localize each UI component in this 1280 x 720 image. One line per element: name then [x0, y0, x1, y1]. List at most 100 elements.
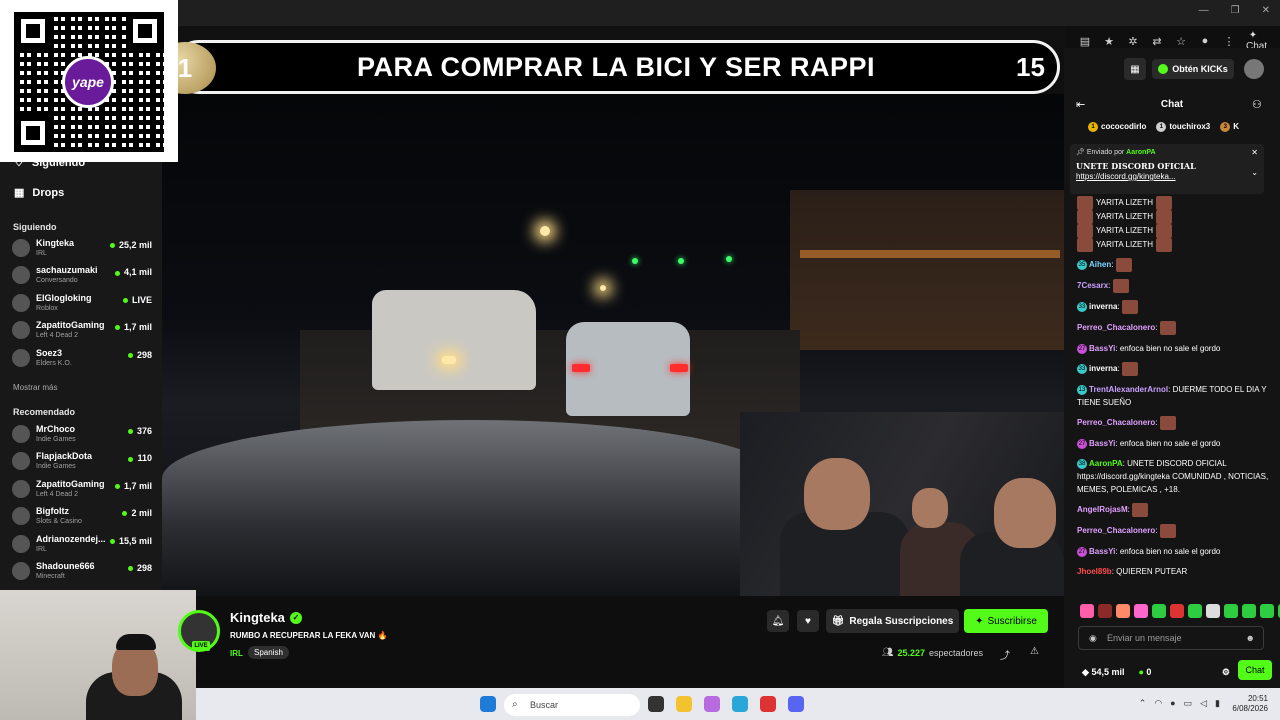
maximize-icon[interactable]: ❐ — [1231, 5, 1240, 16]
emoji-icon[interactable]: ☻ — [1246, 627, 1255, 649]
emote-shortcut[interactable] — [1224, 604, 1238, 618]
follow-heart-button[interactable]: ♥ — [797, 610, 819, 632]
battery-icon[interactable]: ▮ — [1215, 698, 1220, 709]
user-avatar[interactable] — [1244, 59, 1264, 79]
file-explorer-icon[interactable] — [676, 696, 692, 712]
edge-icon[interactable] — [732, 696, 748, 712]
chat-username[interactable]: Perreo_Chacalonero — [1077, 418, 1155, 427]
mic-icon[interactable]: ● — [1170, 698, 1175, 709]
settings-gear-icon[interactable]: ⚙ — [1222, 667, 1230, 678]
minimize-icon[interactable]: — — [1199, 5, 1209, 16]
streamer-name[interactable]: Kingteka — [230, 610, 285, 625]
subscribe-button[interactable]: ✦ Suscribirse — [964, 609, 1048, 633]
sidebar-channel-item[interactable]: Adrianozendej... IRL 15,5 mil — [12, 532, 154, 556]
chat-username[interactable]: BassYi — [1089, 547, 1115, 556]
emote-shortcut[interactable] — [1116, 604, 1130, 618]
taskbar-search[interactable]: ⌕ Buscar — [504, 694, 640, 716]
chat-username[interactable]: AaronPA — [1089, 459, 1123, 468]
emote-shortcut[interactable] — [1134, 604, 1148, 618]
spam-line: YARITA LIZETH — [1077, 238, 1275, 252]
task-view-icon[interactable] — [648, 696, 664, 712]
windows-start-icon[interactable] — [480, 696, 496, 712]
close-icon[interactable]: ✕ — [1262, 5, 1270, 16]
channel-viewers: 298 — [127, 350, 152, 360]
left-sidebar: ♡ Siguiendo ▦ Drops Siguiendo Kingteka IR… — [0, 157, 162, 592]
sidebar-channel-item[interactable]: ZapatitoGaming Left 4 Dead 2 1,7 mil — [12, 318, 154, 342]
top-gifters: 1 cococodirlo 1 touchirox3 3 K — [1088, 122, 1239, 132]
sidebar-channel-item[interactable]: ElGlogloking Roblox LIVE — [12, 291, 154, 315]
chat-username[interactable]: 7Cesarx — [1077, 281, 1108, 290]
chat-username[interactable]: inverna — [1089, 302, 1117, 311]
chat-username[interactable]: Perreo_Chacalonero — [1077, 323, 1155, 332]
extension-icon[interactable]: ✲ — [1126, 35, 1140, 48]
chat-username[interactable]: Aihen — [1089, 260, 1111, 269]
stream-category[interactable]: IRL — [230, 649, 243, 658]
gift-subs-button[interactable]: 🎁︎ Regala Suscripciones — [826, 609, 959, 633]
emote-shortcut[interactable] — [1242, 604, 1256, 618]
report-icon[interactable]: ⚠ — [1030, 646, 1039, 657]
copilot-icon[interactable] — [704, 696, 720, 712]
sidebar-channel-item[interactable]: Shadoune666 Minecraft 298 — [12, 559, 154, 583]
video-scene-trafficlight — [726, 256, 732, 262]
taskbar-clock[interactable]: 20:51 6/08/2026 — [1232, 694, 1268, 714]
profile-icon[interactable]: ● — [1198, 35, 1212, 47]
gifter-entry[interactable]: 1 cococodirlo — [1088, 122, 1146, 132]
network-icon[interactable]: ▭ — [1184, 698, 1193, 709]
emote-shortcut[interactable] — [1260, 604, 1274, 618]
chevron-down-icon[interactable]: ⌄ — [1251, 168, 1258, 177]
reader-icon[interactable]: ▤ — [1078, 35, 1092, 48]
chat-username[interactable]: inverna — [1089, 364, 1117, 373]
live-dot-icon — [114, 325, 120, 331]
emote-shortcut[interactable] — [1170, 604, 1184, 618]
bookmark-icon[interactable]: ☆ — [1174, 35, 1188, 48]
sidebar-channel-item[interactable]: ZapatitoGaming Left 4 Dead 2 1,7 mil — [12, 477, 154, 501]
chat-username[interactable]: BassYi — [1089, 344, 1115, 353]
sidebar-channel-item[interactable]: Soez3 Elders K.O. 298 — [12, 346, 154, 370]
emote-shortcut[interactable] — [1080, 604, 1094, 618]
sidebar-channel-item[interactable]: Bigfoltz Slots & Casino 2 mil — [12, 504, 154, 528]
send-chat-button[interactable]: Chat — [1238, 660, 1272, 680]
channel-viewers: 25,2 mil — [109, 240, 152, 250]
library-button[interactable]: ▦ — [1124, 58, 1146, 80]
chat-username[interactable]: TrentAlexanderArnol — [1089, 385, 1168, 394]
chat-username[interactable]: AngelRojasM — [1077, 505, 1128, 514]
notification-bell-button[interactable]: 🔔︎ — [767, 610, 789, 632]
sidebar-channel-item[interactable]: MrChoco Indie Games 376 — [12, 422, 154, 446]
translate-icon[interactable]: ⇄ — [1150, 35, 1164, 48]
spam-text: YARITA LIZETH — [1096, 198, 1154, 208]
channel-name: Soez3 — [36, 347, 63, 358]
chat-input[interactable]: ◉ Enviar un mensaje ☻ — [1078, 626, 1264, 650]
emote-shortcut[interactable] — [1098, 604, 1112, 618]
unpin-icon[interactable]: ✕ — [1251, 148, 1258, 157]
gifter-entry[interactable]: 3K — [1220, 122, 1239, 132]
gifter-entry[interactable]: 1 touchirox3 — [1156, 122, 1210, 132]
chrome-icon[interactable] — [760, 696, 776, 712]
volume-icon[interactable]: ◁ — [1200, 698, 1207, 709]
emote-shortcut[interactable] — [1152, 604, 1166, 618]
emote-shortcut[interactable] — [1206, 604, 1220, 618]
nav-drops[interactable]: ▦ Drops — [14, 186, 64, 200]
discord-icon[interactable] — [788, 696, 804, 712]
chat-username[interactable]: Perreo_Chacalonero — [1077, 526, 1155, 535]
wifi-icon[interactable]: ◠ — [1154, 698, 1162, 709]
chat-users-icon[interactable]: ⚇ — [1252, 98, 1262, 111]
share-icon[interactable]: ⤴ — [1000, 647, 1010, 662]
drops-icon: ▦ — [14, 187, 25, 199]
pinned-link[interactable]: https://discord.gg/kingteka... — [1076, 172, 1258, 181]
menu-dots-icon[interactable]: ⋮ — [1222, 35, 1236, 48]
kick-icon: ● — [1138, 667, 1144, 677]
sidebar-channel-item[interactable]: Kingteka IRL 25,2 mil — [12, 236, 154, 260]
emote-shortcut[interactable] — [1188, 604, 1202, 618]
show-more-link[interactable]: Mostrar más — [13, 383, 57, 392]
sidebar-channel-item[interactable]: FlapjackDota Indie Games 110 — [12, 449, 154, 473]
chevron-up-icon[interactable]: ⌃ — [1139, 698, 1147, 709]
nav-following[interactable]: ♡ Siguiendo — [14, 156, 85, 170]
chat-username[interactable]: Jhoel89b — [1077, 567, 1112, 576]
chat-username[interactable]: BassYi — [1089, 439, 1115, 448]
get-kicks-button[interactable]: Obtén KICKs — [1152, 59, 1234, 79]
star-icon[interactable]: ★ — [1102, 35, 1116, 48]
sidebar-channel-item[interactable]: sachauzumaki Conversando 4,1 mil — [12, 263, 154, 287]
stream-language-tag[interactable]: Spanish — [248, 646, 289, 659]
channel-avatar — [12, 293, 30, 312]
video-scene-streetlamp — [600, 285, 606, 291]
